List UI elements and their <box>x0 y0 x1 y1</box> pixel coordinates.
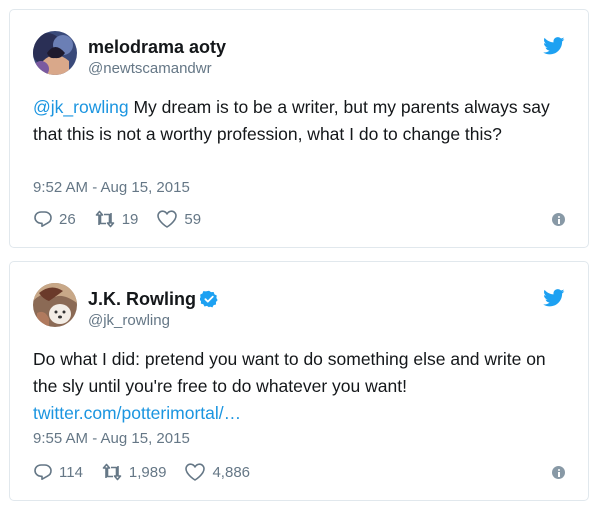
tweet-text: @jk_rowling My dream is to be a writer, … <box>33 94 563 148</box>
reply-count: 114 <box>59 463 83 481</box>
timestamp[interactable]: 9:55 AM - Aug 15, 2015 <box>33 430 190 447</box>
like-count: 59 <box>184 210 202 228</box>
like-button[interactable]: 59 <box>156 209 201 229</box>
info-icon[interactable] <box>552 213 565 226</box>
tweet-card[interactable]: melodrama aoty @newtscamandwr @jk_rowlin… <box>9 9 589 248</box>
retweet-icon <box>95 210 114 228</box>
info-icon[interactable] <box>552 466 565 479</box>
avatar[interactable] <box>33 31 77 75</box>
display-name-text[interactable]: J.K. Rowling <box>88 289 196 309</box>
tweet-body: Do what I did: pretend you want to do so… <box>33 349 546 396</box>
timestamp[interactable]: 9:52 AM - Aug 15, 2015 <box>33 179 190 196</box>
like-button[interactable]: 4,886 <box>184 462 250 482</box>
reply-icon <box>34 464 52 480</box>
like-icon <box>185 463 206 481</box>
like-icon <box>157 210 178 228</box>
tweet-link[interactable]: twitter.com/potterimortal/… <box>33 403 241 423</box>
twitter-bird-icon[interactable] <box>543 289 565 312</box>
retweet-button[interactable]: 1,989 <box>101 462 167 482</box>
retweet-icon <box>102 463 122 481</box>
reply-count: 26 <box>59 210 76 228</box>
reply-button[interactable]: 114 <box>33 462 83 482</box>
like-count: 4,886 <box>212 463 251 481</box>
user-handle[interactable]: @newtscamandwr <box>88 60 212 77</box>
verified-badge-icon <box>200 290 218 308</box>
twitter-bird-icon[interactable] <box>543 37 565 60</box>
tweet-actions: 26 19 59 <box>33 208 219 230</box>
retweet-button[interactable]: 19 <box>94 209 139 229</box>
reply-button[interactable]: 26 <box>33 209 76 229</box>
avatar[interactable] <box>33 283 77 327</box>
display-name[interactable]: melodrama aoty <box>88 37 226 58</box>
user-handle[interactable]: @jk_rowling <box>88 312 170 329</box>
reply-icon <box>34 211 52 227</box>
display-name[interactable]: J.K. Rowling <box>88 289 218 310</box>
retweet-count: 1,989 <box>128 463 167 481</box>
tweet-card[interactable]: J.K. Rowling @jk_rowling Do what I did: … <box>9 261 589 501</box>
tweet-text: Do what I did: pretend you want to do so… <box>33 346 563 427</box>
retweet-count: 19 <box>121 210 139 228</box>
tweet-actions: 114 1,989 4,886 <box>33 461 268 483</box>
mention-link[interactable]: @jk_rowling <box>33 97 129 117</box>
